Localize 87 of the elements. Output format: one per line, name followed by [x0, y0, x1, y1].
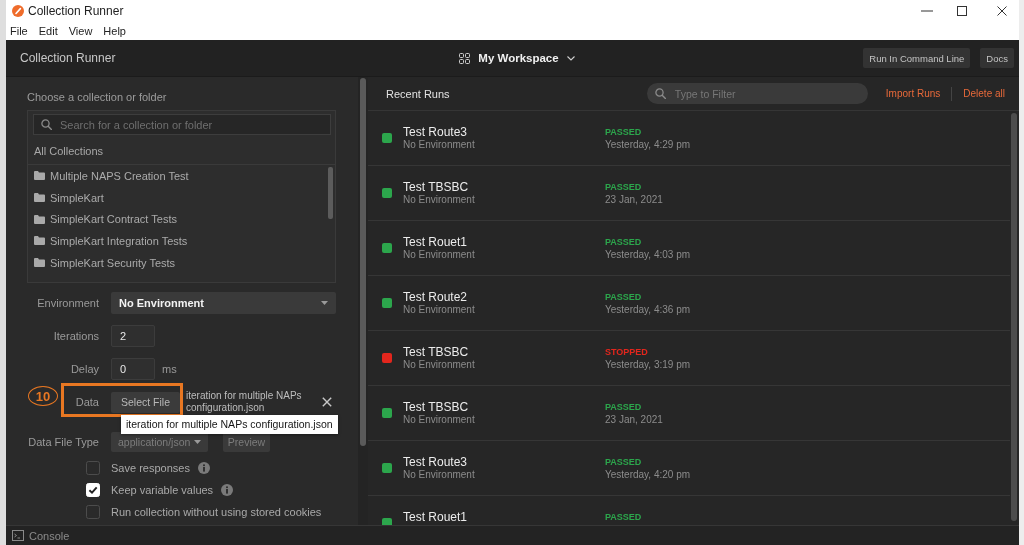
console-label[interactable]: Console	[29, 529, 70, 542]
run-name[interactable]: Test TBSBC	[403, 180, 469, 194]
run-status: PASSED	[605, 181, 642, 194]
grid-icon	[459, 52, 471, 64]
collection-item[interactable]: SimpleKart Integration Tests	[28, 230, 188, 252]
run-time: Yesterday, 4:29 pm	[605, 139, 691, 151]
run-time: Yesterday, 4:03 pm	[605, 249, 691, 261]
tooltip: iteration for multiple NAPs configuration.json	[121, 415, 338, 434]
console-icon	[12, 530, 24, 541]
collection-item[interactable]: SimpleKart Contract Tests	[28, 208, 177, 231]
file-name: iteration for multiple NAPs configuration.json	[186, 390, 303, 414]
folder-icon	[34, 258, 45, 268]
run-name[interactable]: Test Rouet1	[403, 235, 468, 249]
environment-dropdown[interactable]: No Environment	[111, 292, 336, 314]
run-environment: No Environment	[403, 249, 475, 261]
option-label: Keep variable values	[111, 484, 214, 496]
run-environment: No Environment	[403, 469, 475, 481]
select-file-button[interactable]: Select File	[111, 391, 180, 413]
field-label: Data File Type	[28, 436, 99, 448]
run-environment: No Environment	[403, 359, 475, 371]
run-status: PASSED	[605, 401, 642, 414]
action-link[interactable]: Import Runs	[885, 88, 941, 99]
maximize-icon[interactable]	[957, 6, 967, 16]
run-name[interactable]: Test Route2	[403, 290, 468, 304]
caret-icon	[321, 301, 328, 305]
run-time: Yesterday, 4:20 pm	[605, 469, 691, 481]
run-environment: No Environment	[403, 194, 475, 206]
search-icon	[654, 88, 666, 99]
run-status: PASSED	[605, 236, 642, 249]
run-time: Yesterday, 4:36 pm	[605, 304, 691, 316]
collection-item[interactable]: SimpleKart Security Tests	[28, 251, 176, 274]
chevron-down-icon	[566, 55, 575, 61]
scrollbar[interactable]	[360, 78, 366, 446]
field-label: Delay	[70, 363, 99, 375]
list-heading: All Collections	[34, 144, 104, 158]
run-time: 23 Jan, 2021	[605, 414, 663, 426]
collection-item[interactable]: SimpleKart	[28, 186, 104, 209]
info-icon[interactable]	[197, 462, 210, 474]
field-label: Data	[75, 396, 99, 408]
menu-item[interactable]: Edit	[38, 25, 58, 37]
iterations-field[interactable]: 2	[111, 325, 155, 347]
run-environment: No Environment	[403, 304, 475, 316]
collection-item[interactable]: Multiple NAPS Creation Test	[28, 165, 189, 187]
delay-field[interactable]: 0	[111, 358, 155, 380]
folder-icon	[34, 236, 45, 246]
action-link[interactable]: Delete all	[963, 88, 1005, 99]
header-button[interactable]: Run In Command Line	[863, 48, 971, 68]
app-title: Collection Runner	[20, 51, 116, 65]
run-name[interactable]: Test Route3	[403, 125, 468, 139]
menu-item[interactable]: View	[68, 25, 93, 37]
search-icon	[41, 119, 52, 130]
run-status: PASSED	[605, 126, 642, 139]
checkbox[interactable]	[86, 505, 100, 519]
run-status: PASSED	[605, 291, 642, 304]
run-time: 23 Jan, 2021	[605, 194, 663, 206]
scrollbar[interactable]	[328, 167, 333, 219]
field-label: Environment	[37, 297, 99, 309]
section-title: Recent Runs	[386, 87, 450, 100]
window-title: Collection Runner	[28, 4, 124, 18]
close-icon[interactable]	[997, 6, 1007, 16]
run-environment: No Environment	[403, 139, 475, 151]
run-environment: No Environment	[403, 414, 475, 426]
app-logo-icon	[12, 5, 24, 17]
option-label: Save responses	[111, 462, 190, 474]
section-label: Choose a collection or folder	[27, 90, 167, 104]
checkbox[interactable]	[86, 461, 100, 475]
info-icon[interactable]	[221, 484, 234, 496]
field-label: Iterations	[53, 330, 99, 342]
workspace-switcher[interactable]: My Workspace	[459, 52, 575, 64]
run-time: Yesterday, 3:19 pm	[605, 359, 691, 371]
run-name[interactable]: Test TBSBC	[403, 345, 469, 359]
folder-icon	[34, 214, 45, 224]
folder-icon	[34, 171, 45, 181]
run-name[interactable]: Test TBSBC	[403, 400, 469, 414]
run-status: PASSED	[605, 456, 642, 469]
unit-label: ms	[162, 363, 177, 375]
caret-icon	[194, 440, 201, 444]
scrollbar[interactable]	[1011, 113, 1017, 521]
folder-icon	[34, 193, 45, 203]
run-name[interactable]: Test Route3	[403, 455, 468, 469]
option-label: Run collection without using stored cookies	[111, 506, 322, 518]
menu-item[interactable]: Help	[103, 25, 126, 37]
run-name[interactable]: Test Rouet1	[403, 510, 468, 524]
run-status: PASSED	[605, 511, 642, 524]
header-button[interactable]: Docs	[980, 48, 1014, 68]
run-status: STOPPED	[605, 346, 648, 359]
menu-item[interactable]: File	[10, 25, 28, 37]
